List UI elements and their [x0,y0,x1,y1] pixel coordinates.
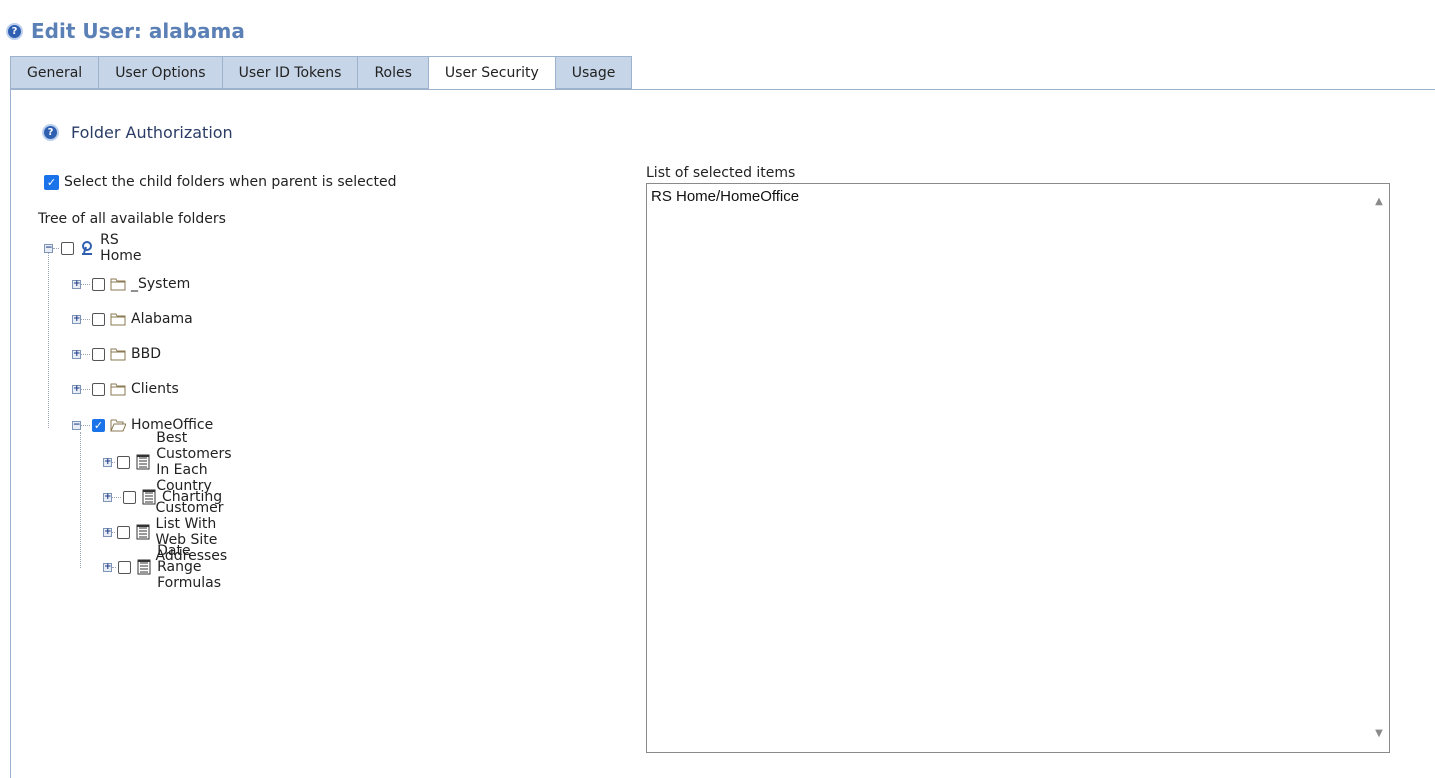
report-icon [135,454,151,470]
select-children-checkbox[interactable]: ✓ [44,174,59,190]
tree-connector [112,566,117,568]
tree-node-checkbox[interactable] [117,455,131,469]
tree-guide-line [80,432,81,568]
expand-icon[interactable]: + [103,492,112,502]
tree-label: Tree of all available folders [38,211,226,227]
section-title: ? Folder Authorization [44,120,233,144]
report-icon [136,559,152,575]
selected-list-label: List of selected items [646,165,796,181]
tree-node-checkbox[interactable] [92,312,105,326]
tree-connector [112,531,115,533]
help-circle-icon[interactable]: ? [8,24,21,38]
select-children-label: Select the child folders when parent is … [64,174,397,190]
home-icon [79,240,95,256]
tree-node-system[interactable]: + _System [72,272,190,296]
tab-user-options[interactable]: User Options [98,56,222,89]
tree-node-label[interactable]: Clients [131,381,179,397]
tree-node-alabama[interactable]: + Alabama [72,307,193,331]
list-item[interactable]: RS Home/HomeOffice [651,188,799,205]
selected-items-list[interactable]: RS Home/HomeOffice ▲ ▼ [646,183,1390,753]
collapse-icon[interactable]: − [72,420,81,430]
tree-connector [112,496,121,498]
tree-node-label[interactable]: BBD [131,346,161,362]
expand-icon[interactable]: + [72,384,81,394]
folder-open-icon [110,417,126,433]
tree-node-checkbox[interactable] [92,382,105,396]
page-title-text: Edit User: alabama [31,19,245,43]
tree-connector [81,353,90,355]
scroll-down-arrow-icon[interactable]: ▼ [1373,728,1385,740]
tab-bar: General User Options User ID Tokens Role… [10,56,633,90]
tree-connector [81,424,90,426]
expand-icon[interactable]: + [103,562,112,572]
select-children-option: ✓ Select the child folders when parent i… [44,172,396,192]
tree-node-checkbox[interactable] [118,560,132,574]
expand-icon[interactable]: + [72,314,81,324]
tree-node-label[interactable]: Date Range Formulas [157,543,226,591]
tree-connector [81,388,90,390]
tree-node-checkbox[interactable] [61,241,75,255]
folder-icon [110,311,126,327]
tree-node-label[interactable]: _System [131,276,190,292]
tree-node-label[interactable]: Alabama [131,311,193,327]
tree-node-checkbox[interactable] [92,277,105,291]
tree-node-label[interactable]: RS Home [100,232,144,264]
tree-guide-line [48,252,49,428]
report-icon [135,524,151,540]
collapse-icon[interactable]: − [44,243,53,253]
tab-general[interactable]: General [10,56,99,89]
expand-icon[interactable]: + [72,279,81,289]
section-title-text: Folder Authorization [71,122,233,142]
tab-divider [10,89,1435,90]
expand-icon[interactable]: + [103,527,112,537]
tree-node-checkbox[interactable] [116,525,130,539]
help-circle-icon[interactable]: ? [44,125,57,139]
content-border [10,89,11,778]
tree-node-clients[interactable]: + Clients [72,377,179,401]
tree-node-best-customers[interactable]: + Best Customers In Each Country [103,430,237,494]
tab-usage[interactable]: Usage [554,56,633,89]
tree-node-bbd[interactable]: + BBD [72,342,161,366]
tree-node-checkbox[interactable]: ✓ [92,418,105,432]
expand-icon[interactable]: + [103,457,112,467]
tree-connector [53,247,60,249]
tree-node-checkbox[interactable] [123,490,136,504]
tab-roles[interactable]: Roles [357,56,428,89]
expand-icon[interactable]: + [72,349,81,359]
tree-connector [81,283,90,285]
tree-node-checkbox[interactable] [92,347,105,361]
scroll-up-arrow-icon[interactable]: ▲ [1373,196,1385,208]
tree-connector [81,318,90,320]
tree-node-rs-home[interactable]: − RS Home [44,232,144,264]
page-title: ? Edit User: alabama [8,16,245,46]
tree-node-customer-list[interactable]: + Customer List With Web Site Addresses [103,500,234,564]
tree-connector [112,461,116,463]
tab-user-security[interactable]: User Security [427,56,555,90]
folder-icon [110,346,126,362]
tree-node-date-range-formulas[interactable]: + Date Range Formulas [103,543,226,591]
tab-user-id-tokens[interactable]: User ID Tokens [221,56,358,89]
folder-icon [110,276,126,292]
folder-icon [110,381,126,397]
